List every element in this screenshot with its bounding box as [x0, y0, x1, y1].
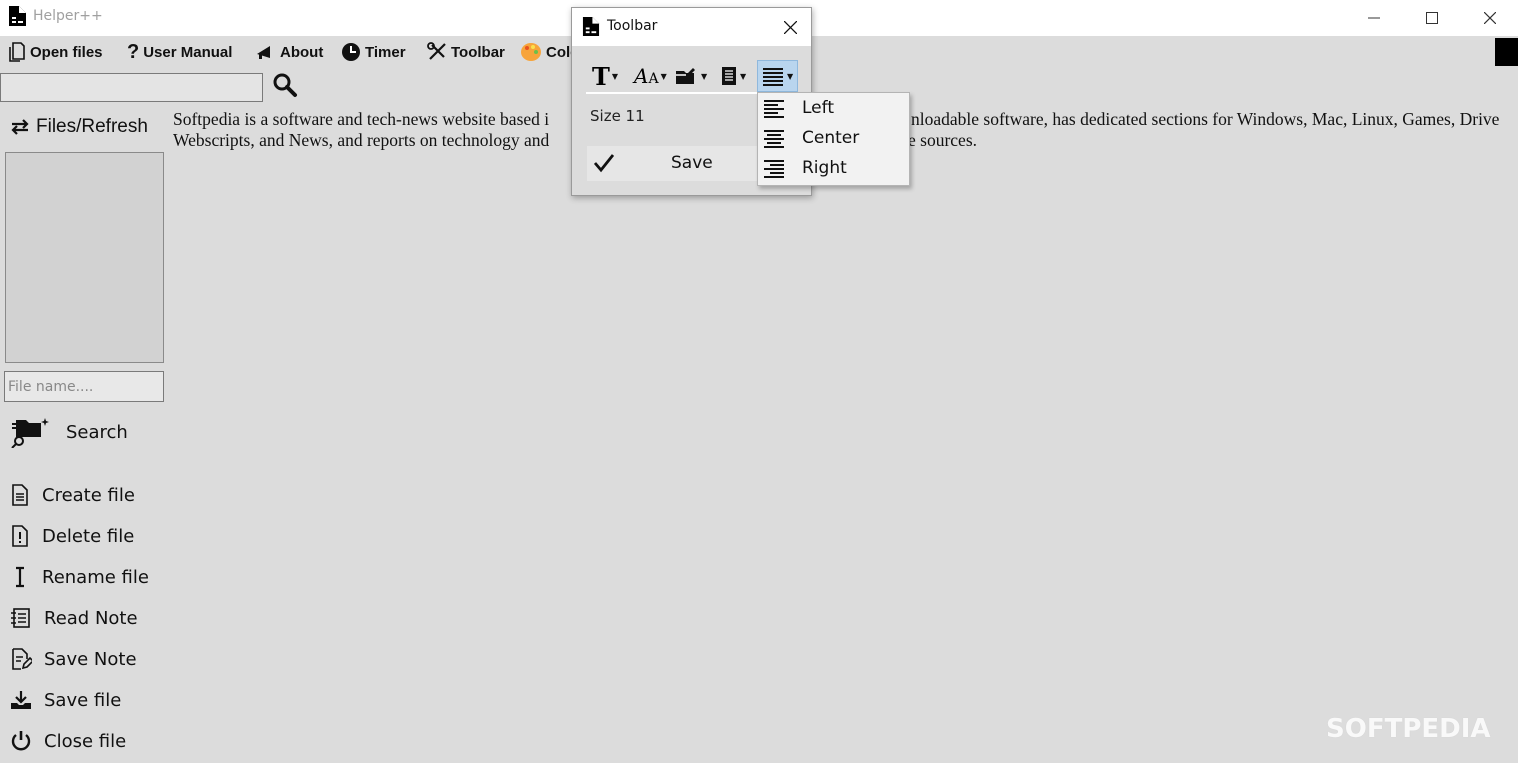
delete-file-button[interactable]: Delete file: [10, 525, 134, 547]
dialog-title: Toolbar: [607, 18, 658, 34]
checkmark-icon: [593, 154, 615, 173]
align-right-icon: [764, 160, 784, 178]
menu-user-manual-label: User Manual: [143, 43, 233, 61]
maximize-button[interactable]: [1403, 0, 1461, 36]
chevron-down-icon: ▼: [701, 71, 708, 81]
dialog-close-button[interactable]: [777, 16, 803, 38]
refresh-arrows-icon: [11, 119, 29, 135]
text-cursor-icon: [16, 566, 24, 588]
dialog-app-icon: [582, 16, 600, 41]
tool-row: T ▼ AA ▼ ▼ ▼ ▼: [586, 60, 798, 94]
color-swatch[interactable]: [1495, 38, 1518, 66]
menu-toolbar[interactable]: Toolbar: [427, 40, 505, 64]
align-dropdown-menu: Left Center Right: [757, 92, 910, 186]
insert-image-icon: [676, 68, 695, 84]
editor-line-2-right: e sources.: [908, 130, 978, 150]
menu-timer-label: Timer: [365, 43, 406, 61]
read-note-button[interactable]: Read Note: [10, 607, 138, 629]
dialog-save-button[interactable]: Save: [587, 146, 757, 181]
megaphone-icon: [257, 46, 270, 59]
editor-area[interactable]: Softpedia is a software and tech-news we…: [172, 107, 1518, 763]
menu-open-files[interactable]: Open files: [8, 40, 103, 64]
file-alert-icon: [12, 525, 28, 547]
menu-about[interactable]: About: [256, 40, 323, 64]
clock-icon: [342, 43, 360, 61]
align-right-item[interactable]: Right: [758, 153, 909, 183]
chevron-down-icon: ▼: [787, 71, 794, 81]
align-left-icon: [764, 100, 784, 118]
chevron-down-icon: ▼: [740, 71, 747, 81]
align-center-icon: [764, 130, 784, 148]
menu-toolbar-label: Toolbar: [451, 43, 505, 61]
align-center-item[interactable]: Center: [758, 123, 909, 153]
insert-image-button[interactable]: ▼: [675, 60, 707, 92]
file-name-input[interactable]: File name....: [4, 371, 164, 402]
chevron-down-icon: ▼: [660, 71, 667, 81]
save-file-label: Save file: [44, 689, 122, 711]
watermark: SOFTPEDIA: [1326, 714, 1491, 744]
close-file-label: Close file: [44, 730, 127, 752]
delete-file-label: Delete file: [42, 525, 135, 547]
folder-search-icon: [11, 418, 49, 448]
menu-user-manual[interactable]: ? User Manual: [127, 40, 232, 64]
save-file-button[interactable]: Save file: [10, 689, 121, 711]
close-button[interactable]: [1461, 0, 1518, 36]
search-icon[interactable]: [272, 72, 298, 102]
align-right-label: Right: [802, 158, 847, 178]
files-refresh-label: Files/Refresh: [36, 116, 148, 137]
file-name-placeholder: File name....: [8, 378, 94, 395]
tools-icon: [427, 42, 446, 60]
notebook-icon: [11, 608, 30, 628]
note-edit-icon: [12, 648, 32, 670]
dialog-title-bar: Toolbar: [572, 8, 811, 46]
window-title: Helper++: [33, 8, 103, 24]
menu-about-label: About: [280, 43, 324, 61]
document-button[interactable]: ▼: [720, 60, 746, 92]
font-size-icon: AA: [634, 64, 659, 88]
question-icon: ?: [127, 40, 140, 63]
create-file-button[interactable]: Create file: [10, 484, 135, 506]
create-file-label: Create file: [42, 484, 135, 506]
editor-line-2-left: Webscripts, and News, and reports on tec…: [173, 130, 550, 150]
menu-open-files-label: Open files: [30, 43, 103, 61]
chevron-down-icon: ▼: [611, 71, 619, 81]
close-icon: [783, 20, 797, 34]
top-search-input[interactable]: [0, 73, 263, 102]
minimize-button[interactable]: [1345, 0, 1403, 36]
font-type-icon: T: [592, 61, 610, 91]
files-refresh-button[interactable]: Files/Refresh: [10, 116, 148, 138]
editor-line-1-left: Softpedia is a software and tech-news we…: [173, 109, 550, 129]
align-button[interactable]: ▼: [757, 60, 798, 92]
sidebar-search-label: Search: [66, 421, 128, 443]
dialog-save-label: Save: [671, 153, 713, 173]
palette-icon: [521, 43, 541, 61]
rename-file-label: Rename file: [42, 566, 149, 588]
download-tray-icon: [11, 691, 31, 709]
rename-file-button[interactable]: Rename file: [10, 566, 149, 588]
align-left-label: Left: [802, 98, 834, 118]
close-file-button[interactable]: Close file: [10, 730, 126, 752]
read-note-label: Read Note: [44, 607, 138, 629]
save-note-button[interactable]: Save Note: [10, 648, 137, 670]
app-logo-icon: [8, 5, 27, 31]
size-label: Size 11: [590, 107, 645, 125]
align-icon: [763, 68, 783, 86]
font-size-button[interactable]: AA ▼: [634, 60, 667, 92]
file-icon: [12, 484, 28, 506]
document-icon: [722, 67, 736, 85]
sidebar-search-button[interactable]: Search: [10, 416, 128, 448]
power-icon: [11, 731, 31, 751]
align-center-label: Center: [802, 128, 860, 148]
save-note-label: Save Note: [44, 648, 137, 670]
font-type-button[interactable]: T ▼: [592, 60, 618, 92]
menu-timer[interactable]: Timer: [341, 40, 406, 64]
editor-line-1-right: nloadable software, has dedicated sectio…: [911, 109, 1500, 129]
align-left-item[interactable]: Left: [758, 93, 909, 123]
open-files-icon: [9, 42, 25, 62]
file-list[interactable]: [5, 152, 164, 363]
